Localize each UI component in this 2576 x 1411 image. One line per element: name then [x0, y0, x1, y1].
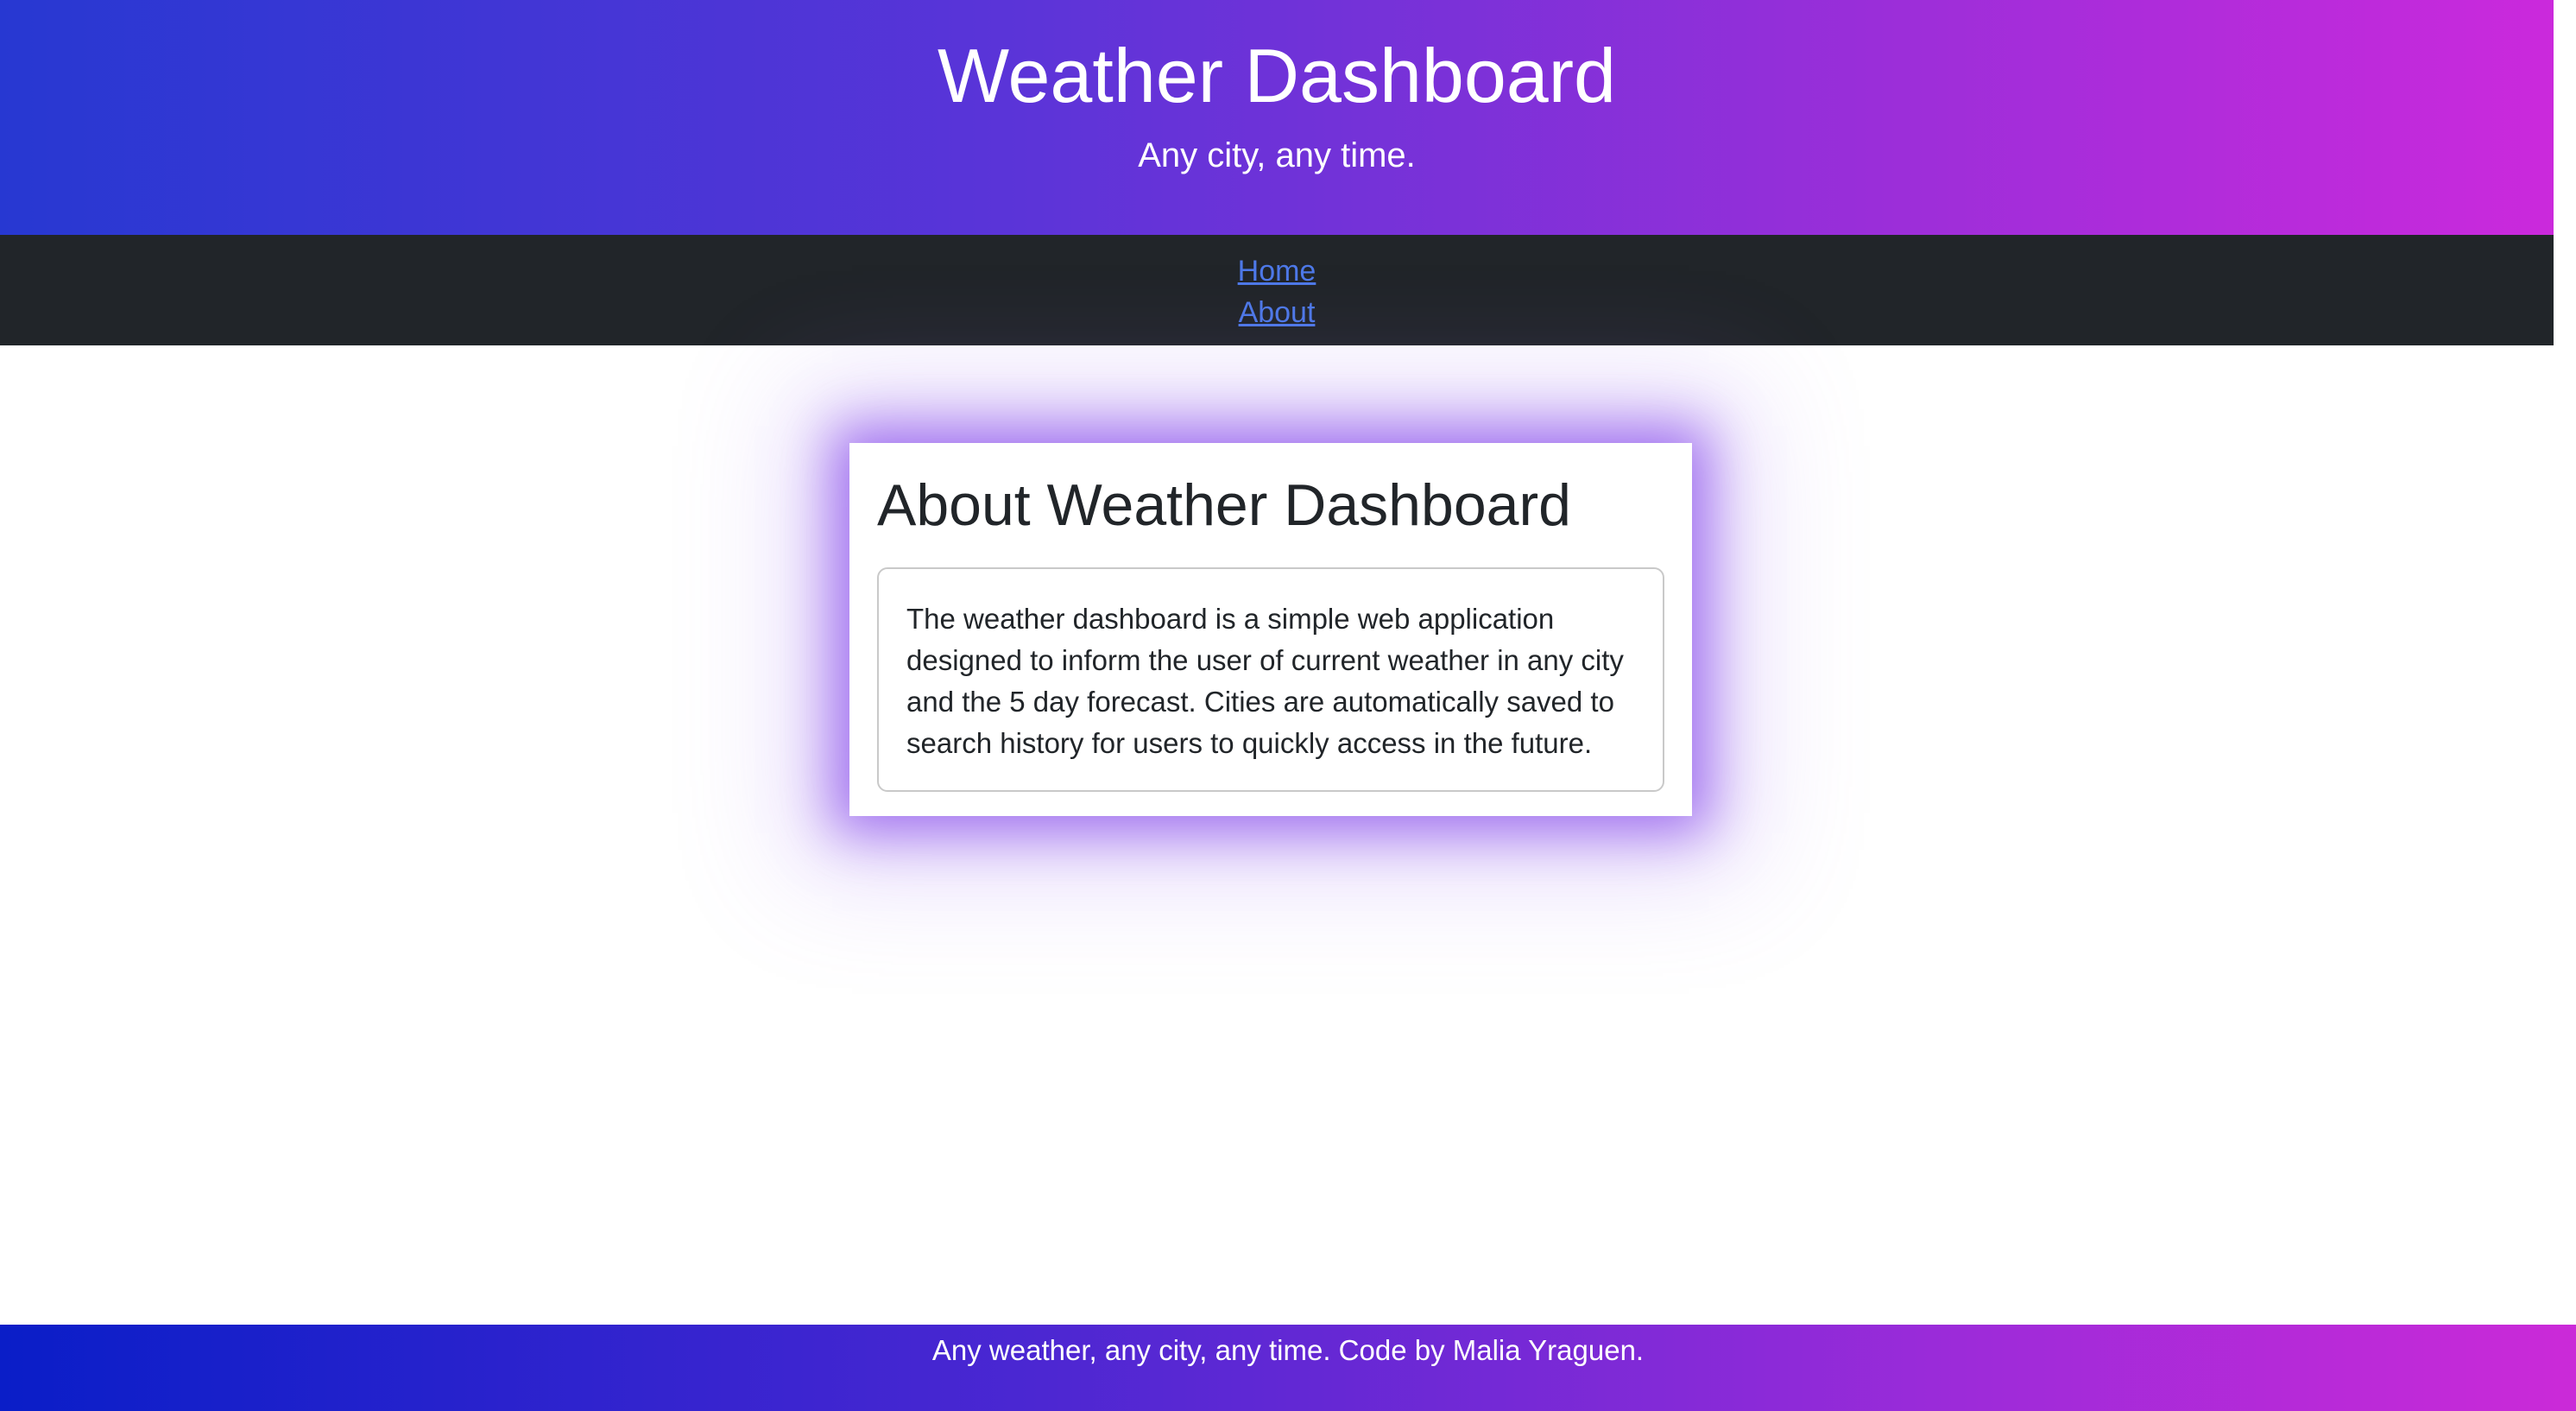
- page: Weather Dashboard Any city, any time. Ho…: [0, 0, 2576, 1411]
- about-card-body: The weather dashboard is a simple web ap…: [877, 567, 1664, 792]
- nav-list: Home About: [0, 235, 2554, 333]
- main-nav: Home About: [0, 235, 2554, 345]
- nav-item-home: Home: [0, 250, 2554, 292]
- hero-header: Weather Dashboard Any city, any time.: [0, 0, 2554, 235]
- nav-item-about: About: [0, 292, 2554, 333]
- page-subtitle: Any city, any time.: [1138, 136, 1416, 174]
- about-card: About Weather Dashboard The weather dash…: [849, 443, 1692, 816]
- nav-link-home[interactable]: Home: [1238, 255, 1316, 288]
- nav-link-about[interactable]: About: [1239, 296, 1316, 329]
- footer-text: Any weather, any city, any time. Code by…: [931, 1334, 1645, 1366]
- about-description: The weather dashboard is a simple web ap…: [906, 603, 1624, 759]
- about-card-title: About Weather Dashboard: [877, 472, 1571, 538]
- page-title: Weather Dashboard: [938, 33, 1616, 118]
- page-footer: Any weather, any city, any time. Code by…: [0, 1325, 2576, 1411]
